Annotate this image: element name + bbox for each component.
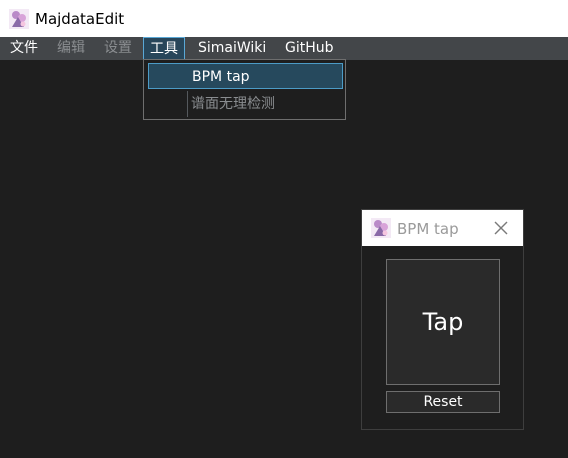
menu-github[interactable]: GitHub bbox=[285, 37, 334, 60]
menu-simaiwiki[interactable]: SimaiWiki bbox=[198, 37, 266, 60]
menu-tools[interactable]: 工具 bbox=[143, 37, 185, 60]
reset-button[interactable]: Reset bbox=[386, 391, 500, 413]
menu-file[interactable]: 文件 bbox=[10, 37, 38, 60]
window-titlebar[interactable]: MajdataEdit bbox=[0, 0, 568, 37]
tools-dropdown: BPM tap 谱面无理检测 bbox=[143, 59, 346, 120]
window-title: MajdataEdit bbox=[35, 10, 125, 28]
menu-item-chart-check[interactable]: 谱面无理检测 bbox=[148, 91, 343, 117]
bpm-window-title: BPM tap bbox=[397, 220, 459, 238]
app-logo-icon bbox=[371, 218, 391, 238]
menu-separator bbox=[187, 91, 188, 117]
menu-item-label: 谱面无理检测 bbox=[191, 96, 275, 112]
menu-edit[interactable]: 编辑 bbox=[57, 37, 85, 60]
bpm-window-titlebar[interactable]: BPM tap bbox=[362, 210, 523, 246]
close-icon[interactable] bbox=[492, 219, 510, 237]
tap-button[interactable]: Tap bbox=[386, 259, 500, 385]
menubar: 文件 编辑 设置 工具 SimaiWiki GitHub bbox=[0, 37, 568, 60]
menu-item-label: BPM tap bbox=[192, 69, 250, 85]
menu-settings[interactable]: 设置 bbox=[104, 37, 132, 60]
menu-item-bpm-tap[interactable]: BPM tap bbox=[148, 63, 343, 89]
bpm-tap-window: BPM tap Tap Reset bbox=[361, 209, 524, 430]
app-logo-icon bbox=[9, 9, 29, 29]
